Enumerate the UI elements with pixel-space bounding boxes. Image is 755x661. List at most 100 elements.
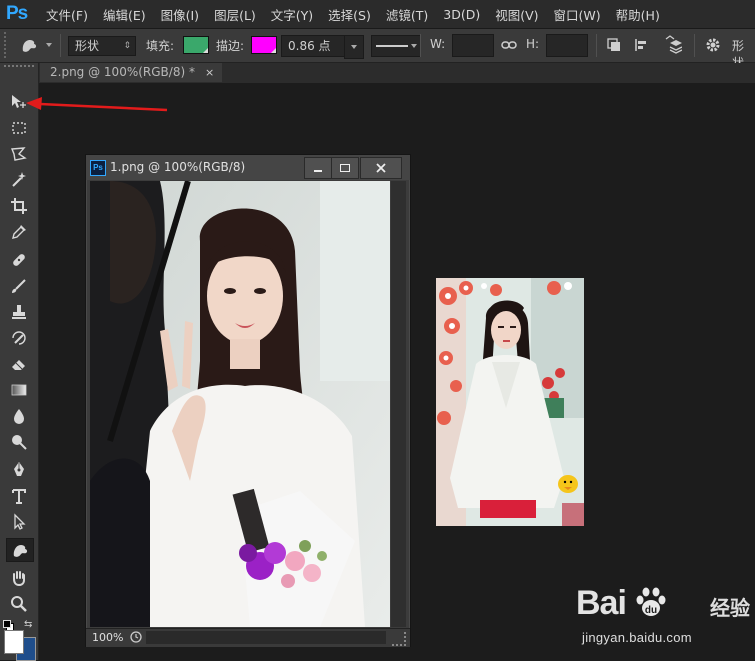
height-input[interactable] [546,34,588,57]
watermark-brand: Bai [576,584,627,622]
dodge-icon [12,435,27,450]
menu-items: 文件(F) 编辑(E) 图像(I) 图层(L) 文字(Y) 选择(S) 滤镜(T… [46,0,675,28]
menu-layer[interactable]: 图层(L) [214,5,256,24]
path-selection-tool[interactable] [6,511,32,533]
clone-stamp-tool[interactable] [6,301,32,323]
blur-icon [14,409,24,424]
document-window-titlebar[interactable]: Ps 1.png @ 100%(RGB/8) [86,155,410,180]
vertical-scrollbar[interactable] [391,181,406,627]
chevron-down-icon [46,43,52,47]
hand-tool[interactable] [6,567,32,589]
options-grip [4,32,12,58]
menu-file[interactable]: 文件(F) [46,5,88,24]
menu-help[interactable]: 帮助(H) [616,5,660,24]
stroke-line-icon [376,45,408,47]
crop-tool[interactable] [6,195,32,217]
maximize-icon [340,164,350,172]
watermark-url: jingyan.baidu.com [582,630,692,645]
menu-filter[interactable]: 滤镜(T) [386,5,428,24]
marquee-icon [12,122,26,134]
bandage-icon [13,254,25,266]
menu-window[interactable]: 窗口(W) [554,5,601,24]
history-brush-tool[interactable] [6,327,32,349]
gradient-tool[interactable] [6,379,32,401]
polygonal-lasso-icon [10,147,27,161]
hand-icon [13,571,25,587]
document-window-title: 1.png @ 100%(RGB/8) [110,160,246,174]
gradient-icon [11,384,27,396]
menu-type[interactable]: 文字(Y) [271,5,313,24]
width-label: W: [430,37,446,51]
document-tab[interactable]: 2.png @ 100%(RGB/8) * × [40,63,223,82]
maximize-button[interactable] [331,157,359,179]
brush-tool[interactable] [6,275,32,297]
watermark-brand-suffix: du [645,605,657,616]
menu-view[interactable]: 视图(V) [495,5,538,24]
eraser-tool[interactable] [6,353,32,375]
tools-panel: ⇆ [0,63,39,660]
horizontal-scrollbar[interactable] [146,631,386,644]
stroke-type-select[interactable] [371,35,421,57]
healing-brush-tool[interactable] [6,249,32,271]
stroke-width-dropdown[interactable] [344,35,364,59]
path-alignment-icon[interactable] [634,37,650,53]
minimize-icon [314,170,322,172]
foreground-color-swatch[interactable] [4,630,24,654]
menu-3d[interactable]: 3D(D) [443,7,480,22]
canvas-image [436,278,584,526]
magic-wand-icon [12,172,26,187]
toolbar-grip [4,65,34,71]
dodge-tool[interactable] [6,431,32,453]
type-tool[interactable] [6,485,32,507]
chevron-down-icon [411,44,417,48]
mode-select[interactable]: 形状 ⇕ [68,36,136,56]
minimize-button[interactable] [304,157,332,179]
document-status-bar: 100% [86,628,410,647]
photoshop-doc-icon: Ps [90,160,106,176]
path-arrangement-icon[interactable] [662,35,682,55]
baidu-jingyan-watermark: Bai du 经验 jingyan.baidu.com [576,580,754,660]
color-swatches [4,627,36,661]
crop-icon [11,198,27,214]
annotation-arrow [26,97,168,112]
zoom-icon [11,596,27,612]
zoom-tool[interactable] [6,593,32,615]
brush-icon [12,279,26,293]
menu-edit[interactable]: 编辑(E) [103,5,146,24]
blur-tool[interactable] [6,405,32,427]
status-menu-icon[interactable] [130,631,142,643]
eyedropper-tool[interactable] [6,221,32,243]
link-icon[interactable] [501,39,517,51]
magic-wand-tool[interactable] [6,169,32,191]
watermark-product: 经验 [710,596,750,620]
mode-value: 形状 [75,39,100,53]
stamp-icon [12,305,26,319]
eyedropper-icon [12,225,26,239]
document-tab-title: 2.png @ 100%(RGB/8) * [50,65,195,79]
close-icon [376,163,386,173]
close-button[interactable] [360,157,402,179]
fill-swatch[interactable] [183,36,209,54]
stroke-swatch[interactable] [251,36,277,54]
menu-bar: Ps 文件(F) 编辑(E) 图像(I) 图层(L) 文字(Y) 选择(S) 滤… [0,0,755,29]
height-label: H: [526,37,540,51]
menu-select[interactable]: 选择(S) [328,5,371,24]
pen-tool[interactable] [6,459,32,481]
custom-shape-tool[interactable] [6,538,34,562]
gear-icon[interactable] [705,37,721,53]
tool-preset-picker[interactable] [18,35,52,55]
lasso-tool[interactable] [6,143,32,165]
resize-handle[interactable] [392,632,406,646]
updown-arrows-icon: ⇕ [123,41,131,51]
path-operations-icon[interactable] [606,37,622,53]
document-window[interactable]: Ps 1.png @ 100%(RGB/8) 100% [85,154,411,647]
canvas-image [90,181,390,627]
zoom-level[interactable]: 100% [92,631,123,644]
close-icon[interactable]: × [205,63,214,82]
stroke-label: 描边: [216,39,245,53]
menu-image[interactable]: 图像(I) [161,5,199,24]
eraser-icon [12,360,25,370]
width-input[interactable] [452,34,494,57]
fill-label: 填充: [146,39,175,53]
marquee-tool[interactable] [6,117,32,139]
